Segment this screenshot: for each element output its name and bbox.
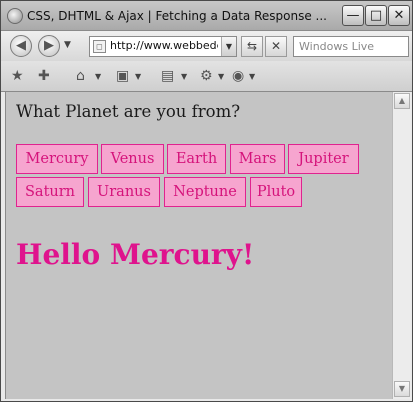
back-button[interactable]: ◀ — [10, 35, 32, 57]
favorites-star-icon[interactable]: ★ — [11, 68, 24, 84]
planet-button-jupiter[interactable]: Jupiter — [288, 144, 359, 174]
browser-window: CSS, DHTML & Ajax | Fetching a Data Resp… — [0, 0, 413, 402]
stop-button[interactable]: ✕ — [265, 36, 287, 57]
print-icon[interactable]: ▤ — [161, 68, 174, 84]
minimize-button[interactable]: — — [342, 5, 364, 26]
scroll-down-icon[interactable]: ▼ — [394, 381, 410, 397]
back-arrow-icon: ◀ — [16, 38, 26, 53]
address-dropdown-icon[interactable]: ▼ — [221, 37, 236, 56]
search-box[interactable]: Windows Live — [293, 36, 409, 57]
print-dropdown-icon[interactable]: ▼ — [181, 72, 187, 81]
title-bar: CSS, DHTML & Ajax | Fetching a Data Resp… — [1, 1, 412, 31]
page-content: What Planet are you from? Mercury Venus … — [5, 92, 392, 399]
planet-button-saturn[interactable]: Saturn — [16, 177, 84, 207]
close-button[interactable]: ✕ — [388, 5, 410, 26]
tools-gear-icon[interactable]: ⚙ — [200, 68, 213, 84]
vertical-scrollbar[interactable]: ▲ ▼ — [392, 92, 411, 399]
forward-arrow-icon: ▶ — [44, 38, 54, 53]
navigation-bar: ◀ ▶ ▼ ◻ http://www.webbedе ▼ ⇆ ✕ Windows… — [1, 31, 412, 61]
help-dropdown-icon[interactable]: ▼ — [249, 72, 255, 81]
planet-button-pluto[interactable]: Pluto — [250, 177, 302, 207]
planet-question: What Planet are you from? — [16, 102, 241, 121]
search-input[interactable]: Windows Live — [299, 40, 374, 53]
window-title: CSS, DHTML & Ajax | Fetching a Data Resp… — [27, 9, 327, 23]
planet-button-mercury[interactable]: Mercury — [16, 144, 98, 174]
command-bar: ★ ✚ ⌂ ▼ ▣ ▼ ▤ ▼ ⚙ ▼ ◉ ▼ — [1, 61, 412, 92]
page-icon: ◻ — [93, 40, 106, 53]
maximize-button[interactable]: □ — [365, 5, 387, 26]
address-bar[interactable]: ◻ http://www.webbedе ▼ — [89, 36, 237, 57]
add-favorites-icon[interactable]: ✚ — [38, 68, 50, 84]
scroll-up-icon[interactable]: ▲ — [394, 93, 410, 109]
stop-icon: ✕ — [270, 39, 282, 53]
help-icon[interactable]: ◉ — [232, 68, 244, 84]
planet-button-neptune[interactable]: Neptune — [164, 177, 246, 207]
planet-button-earth[interactable]: Earth — [167, 144, 226, 174]
address-input[interactable]: http://www.webbedе — [110, 39, 218, 55]
history-dropdown-icon[interactable]: ▼ — [64, 40, 71, 50]
rss-dropdown-icon[interactable]: ▼ — [135, 72, 141, 81]
refresh-button[interactable]: ⇆ — [241, 36, 263, 57]
browser-app-icon — [7, 8, 23, 24]
home-icon[interactable]: ⌂ — [76, 68, 85, 84]
planet-button-mars[interactable]: Mars — [230, 144, 285, 174]
home-dropdown-icon[interactable]: ▼ — [95, 72, 101, 81]
tools-dropdown-icon[interactable]: ▼ — [218, 72, 224, 81]
planet-button-uranus[interactable]: Uranus — [88, 177, 160, 207]
rss-feed-icon[interactable]: ▣ — [116, 68, 129, 84]
refresh-icon: ⇆ — [246, 39, 258, 53]
forward-button[interactable]: ▶ — [38, 35, 60, 57]
planet-button-venus[interactable]: Venus — [101, 144, 164, 174]
greeting-heading: Hello Mercury! — [16, 238, 255, 271]
